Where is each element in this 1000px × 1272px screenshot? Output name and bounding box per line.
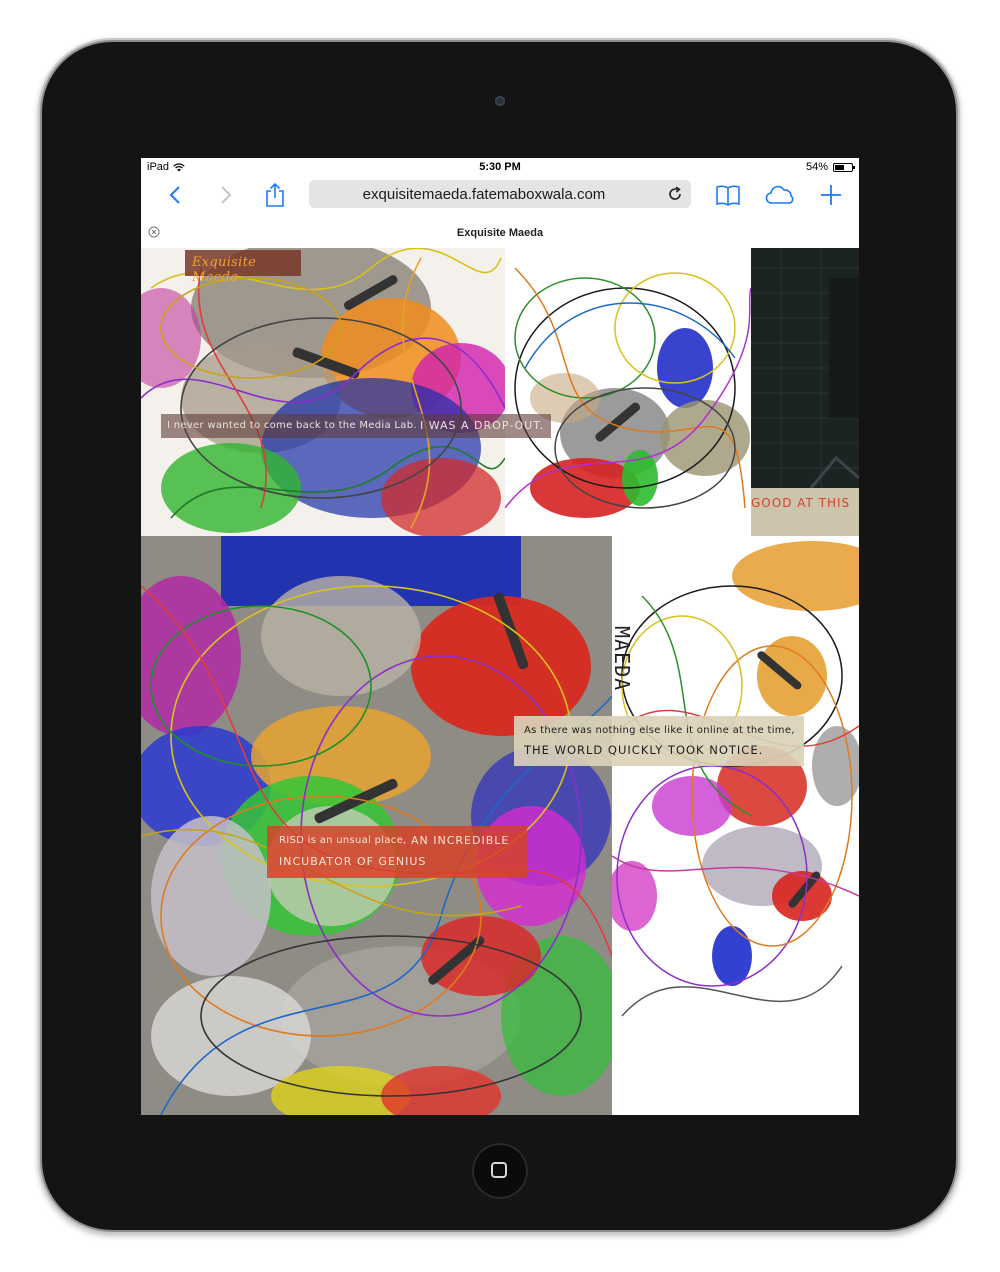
- home-icon: [491, 1162, 507, 1178]
- quote-world-notice-emphasis: THE WORLD QUICKLY TOOK NOTICE.: [524, 743, 764, 757]
- quote-risd-emphasis-1: AN INCREDIBLE: [411, 834, 510, 847]
- home-button[interactable]: [472, 1143, 528, 1199]
- icloud-tabs-icon[interactable]: [763, 182, 797, 208]
- address-bar[interactable]: exquisitemaeda.fatemaboxwala.com: [309, 180, 691, 208]
- quote-good-at-this-text: GOOD AT THIS: [751, 496, 851, 510]
- url-text: exquisitemaeda.fatemaboxwala.com: [362, 186, 606, 203]
- site-logo-text: Exquisite Maeda: [192, 255, 257, 285]
- quote-risd-text: RISD is an unsual place,: [279, 835, 407, 846]
- bookmarks-icon[interactable]: [715, 182, 741, 208]
- tab-bar: Exquisite Maeda: [141, 220, 859, 249]
- tab-title: Exquisite Maeda: [456, 227, 544, 239]
- safari-toolbar: exquisitemaeda.fatemaboxwala.com: [141, 178, 859, 212]
- site-logo[interactable]: Exquisite Maeda: [185, 250, 301, 285]
- quote-good-at-this: GOOD AT THIS: [751, 488, 859, 536]
- forward-icon[interactable]: [212, 182, 238, 208]
- battery-icon: [833, 162, 855, 172]
- battery-level: [835, 164, 844, 170]
- handwritten-text: MAEDA: [612, 626, 634, 692]
- quote-drop-out-text: I never wanted to come back to the Media…: [167, 420, 417, 431]
- quote-world-notice-text: As there was nothing else like it online…: [524, 725, 795, 736]
- quote-risd: RISD is an unsual place, AN INCREDIBLE I…: [267, 826, 527, 878]
- quote-risd-emphasis-2: INCUBATOR OF GENIUS: [279, 855, 427, 868]
- front-camera: [495, 96, 505, 106]
- web-content: MAEDA Exquisite Maeda I never wanted to …: [141, 248, 859, 1115]
- share-icon[interactable]: [262, 182, 288, 208]
- quote-world-notice: As there was nothing else like it online…: [514, 716, 804, 766]
- battery-percent: 54%: [805, 161, 828, 173]
- quote-drop-out: I never wanted to come back to the Media…: [161, 414, 551, 438]
- status-bar: iPad 5:30 PM 54%: [141, 158, 859, 178]
- artwork-panel-top-left: [141, 248, 505, 536]
- reload-icon[interactable]: [667, 186, 683, 202]
- new-tab-icon[interactable]: [818, 182, 844, 208]
- back-icon[interactable]: [163, 182, 189, 208]
- artwork-panel-top-middle: [505, 248, 751, 536]
- screen: iPad 5:30 PM 54% exquisitemaeda.fatemabo…: [141, 158, 859, 1115]
- quote-drop-out-emphasis: I WAS A DROP-OUT.: [420, 419, 545, 432]
- artwork-panel-bottom-right: MAEDA: [612, 536, 859, 1115]
- status-time: 5:30 PM: [479, 161, 521, 173]
